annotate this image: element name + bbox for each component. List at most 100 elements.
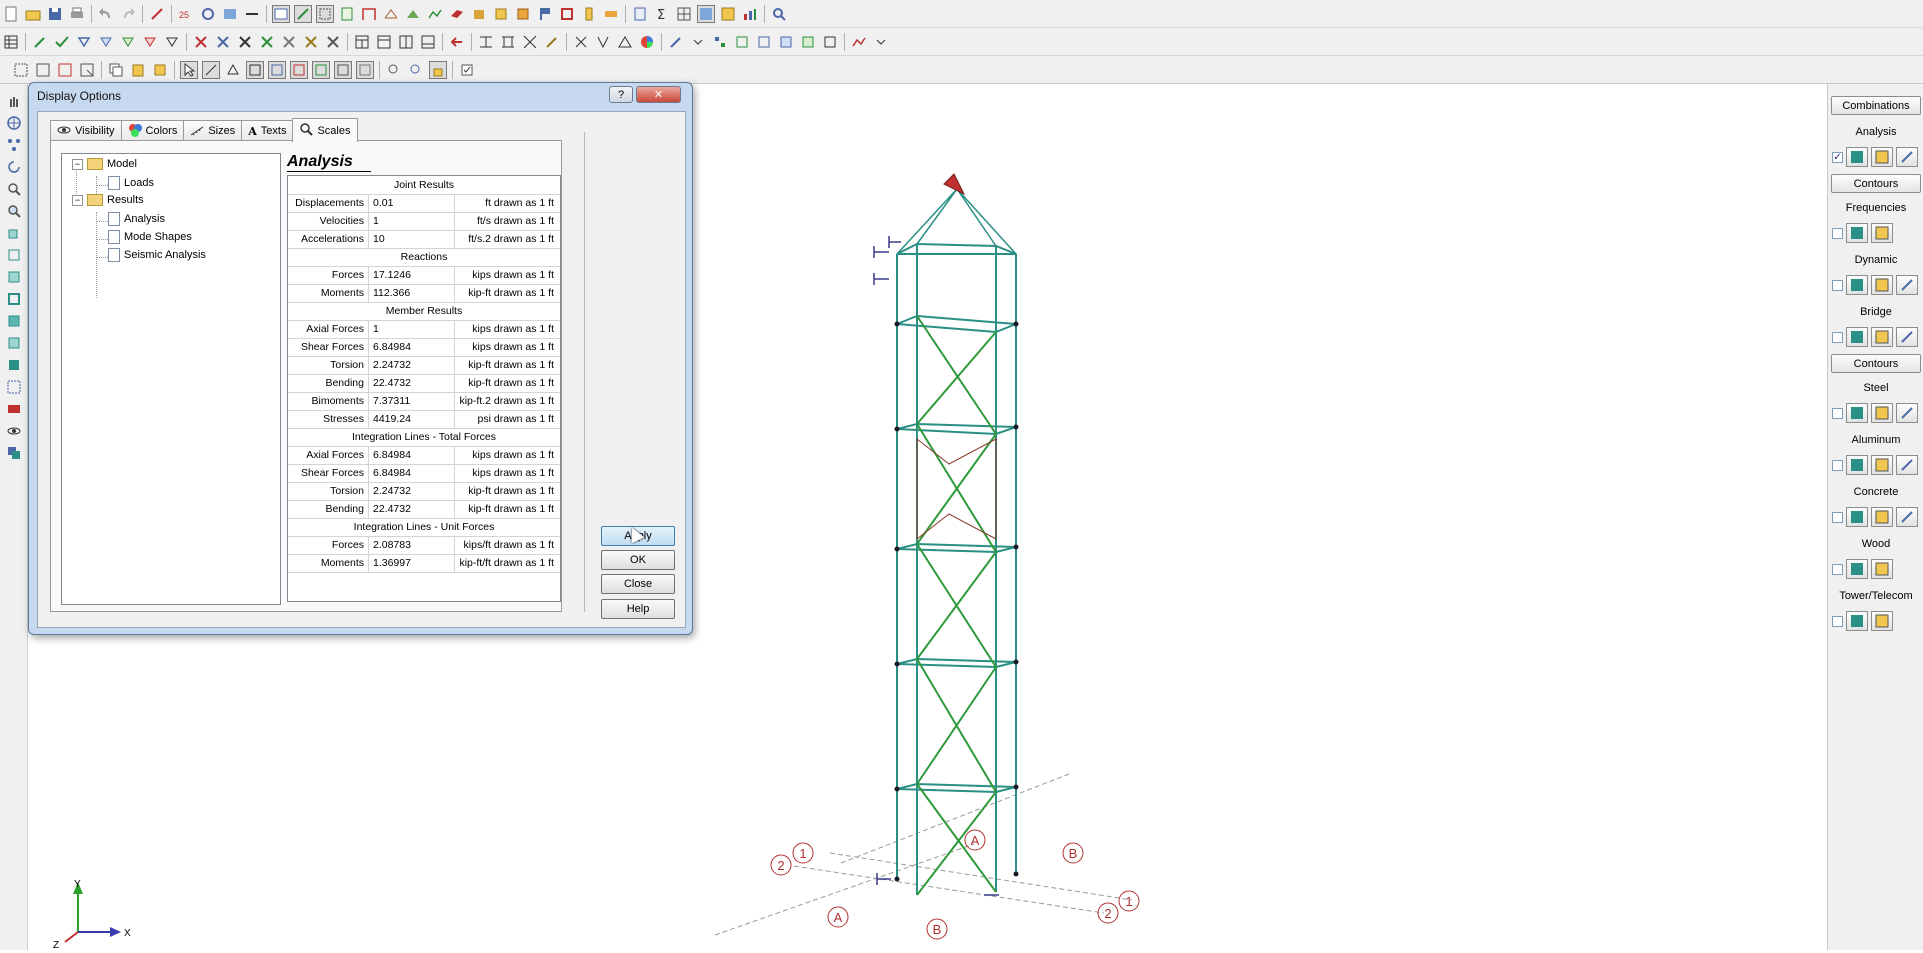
results-grid-icon[interactable]	[1871, 455, 1893, 475]
delete6-icon[interactable]	[302, 33, 320, 51]
results-grid-icon[interactable]	[1871, 223, 1893, 243]
support-icon[interactable]	[75, 33, 93, 51]
section-icon[interactable]	[558, 5, 576, 23]
checkbox-icon[interactable]	[458, 61, 476, 79]
scale-value-field[interactable]: 6.84984	[369, 338, 455, 356]
scale-value-field[interactable]: 112.366	[369, 284, 455, 302]
scale-value-field[interactable]: 22.4732	[369, 374, 455, 392]
truss-icon[interactable]	[382, 5, 400, 23]
results-diagram-icon[interactable]	[1896, 403, 1918, 423]
scale-value-field[interactable]: 1	[369, 212, 455, 230]
node2-icon[interactable]	[733, 33, 751, 51]
link-icon[interactable]	[148, 5, 166, 23]
support4-icon[interactable]	[141, 33, 159, 51]
support3-icon[interactable]	[119, 33, 137, 51]
member-icon[interactable]	[404, 5, 422, 23]
diagram-icon[interactable]	[719, 5, 737, 23]
line-icon[interactable]	[243, 5, 261, 23]
paste-icon[interactable]	[129, 61, 147, 79]
plate-icon[interactable]	[448, 5, 466, 23]
side-view-icon[interactable]	[5, 268, 23, 286]
arrow-icon[interactable]	[448, 33, 466, 51]
new-file-icon[interactable]	[2, 5, 20, 23]
select-box3-icon[interactable]	[290, 60, 308, 79]
results-grid-icon[interactable]	[1871, 403, 1893, 423]
solid-icon[interactable]	[470, 5, 488, 23]
globe-icon[interactable]	[5, 114, 23, 132]
zoom-icon[interactable]	[5, 202, 23, 220]
node3-icon[interactable]	[755, 33, 773, 51]
scale-value-field[interactable]: 1.36997	[369, 554, 455, 572]
rotate-view-icon[interactable]	[5, 158, 23, 176]
select-box2-icon[interactable]	[268, 60, 286, 79]
contours-button[interactable]: Contours	[1831, 174, 1921, 193]
dynamic-checkbox[interactable]	[1832, 279, 1843, 291]
collapse-icon[interactable]: −	[72, 194, 83, 206]
angle-icon[interactable]	[616, 33, 634, 51]
view-3d-icon[interactable]	[5, 312, 23, 330]
open-folder-icon[interactable]	[24, 5, 42, 23]
results-diagram-icon[interactable]	[1896, 275, 1918, 295]
cube2-icon[interactable]	[514, 5, 532, 23]
redo-icon[interactable]	[119, 5, 137, 23]
tree-item-results[interactable]: − Results	[72, 194, 144, 206]
save-icon[interactable]	[46, 5, 64, 23]
flag-icon[interactable]	[536, 5, 554, 23]
delete7-icon[interactable]	[324, 33, 342, 51]
results-table-icon[interactable]	[1846, 275, 1868, 295]
select-line-icon[interactable]	[202, 60, 220, 79]
results-table-icon[interactable]	[1846, 507, 1868, 527]
grid-icon[interactable]	[675, 5, 693, 23]
collapse-icon[interactable]: −	[72, 158, 83, 170]
undo-icon[interactable]	[97, 5, 115, 23]
view-3d3-icon[interactable]	[5, 356, 23, 374]
dialog-help-button[interactable]: ?	[609, 86, 633, 103]
results-grid-icon[interactable]	[1871, 327, 1893, 347]
split-icon[interactable]	[499, 33, 517, 51]
results-diagram-icon[interactable]	[1896, 147, 1918, 167]
table2-icon[interactable]	[375, 33, 393, 51]
select-box-icon[interactable]	[246, 60, 264, 79]
front-view-icon[interactable]	[5, 246, 23, 264]
node-icon[interactable]	[711, 33, 729, 51]
criteria-icon[interactable]	[385, 61, 403, 79]
analysis-checkbox[interactable]: ✓	[1832, 151, 1843, 163]
tab-colors[interactable]: Colors	[120, 120, 185, 141]
table4-icon[interactable]	[419, 33, 437, 51]
close-button[interactable]: Close	[601, 574, 675, 594]
results-grid-icon[interactable]	[1871, 611, 1893, 631]
tree-item-analysis[interactable]: Analysis	[108, 212, 165, 226]
dialog-close-button[interactable]: ✕	[636, 86, 681, 103]
tree-item-seismic-analysis[interactable]: Seismic Analysis	[108, 248, 206, 262]
tab-texts[interactable]: A Texts	[241, 120, 294, 141]
chart-icon[interactable]	[741, 5, 759, 23]
select-box6-icon[interactable]	[356, 60, 374, 79]
tree-item-mode-shapes[interactable]: Mode Shapes	[108, 230, 192, 244]
tab-sizes[interactable]: Sizes	[183, 120, 243, 141]
results-grid-icon[interactable]	[1871, 559, 1893, 579]
tree-item-model[interactable]: − Model	[72, 158, 137, 170]
eye-view-icon[interactable]	[5, 422, 23, 440]
combinations-button[interactable]: Combinations	[1831, 96, 1921, 115]
top-view-icon[interactable]	[5, 290, 23, 308]
sigma-icon[interactable]: Σ	[653, 5, 671, 23]
zoom-window-icon[interactable]	[5, 180, 23, 198]
refresh-icon[interactable]	[221, 5, 239, 23]
scale-value-field[interactable]: 4419.24	[369, 410, 455, 428]
select-poly-icon[interactable]	[224, 61, 242, 79]
delete4-icon[interactable]	[258, 33, 276, 51]
node5-icon[interactable]	[799, 33, 817, 51]
select-box5-icon[interactable]	[334, 60, 352, 79]
box-select-icon[interactable]	[78, 61, 96, 79]
print-icon[interactable]	[68, 5, 86, 23]
cross-icon[interactable]	[521, 33, 539, 51]
wood-checkbox[interactable]	[1832, 563, 1843, 575]
delete5-icon[interactable]	[280, 33, 298, 51]
delete2-icon[interactable]	[214, 33, 232, 51]
select-mode-icon[interactable]	[316, 4, 334, 23]
scale-value-field[interactable]: 22.4732	[369, 500, 455, 518]
pen-icon[interactable]	[31, 33, 49, 51]
scale-value-field[interactable]: 2.24732	[369, 482, 455, 500]
node6-icon[interactable]	[821, 33, 839, 51]
bridge-checkbox[interactable]	[1832, 331, 1843, 343]
